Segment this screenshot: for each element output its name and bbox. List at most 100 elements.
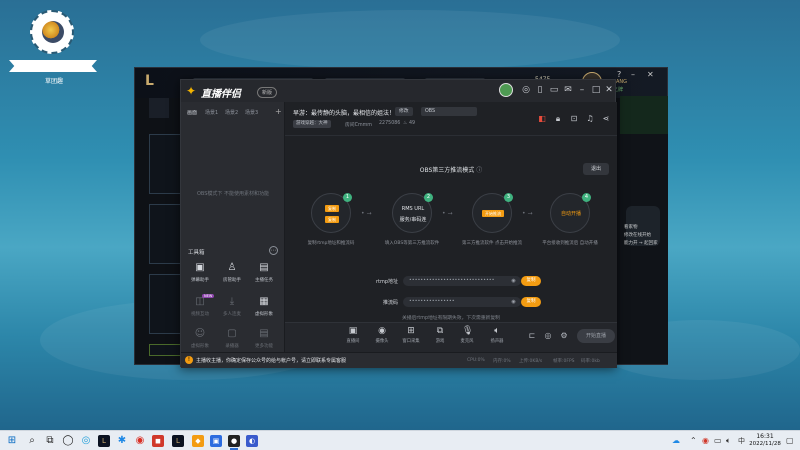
window-capture-button[interactable]: ⊞ 窗口采集 <box>399 326 423 344</box>
start-live-button[interactable]: 开始直播 <box>577 329 615 343</box>
more-icon: ▤ <box>259 328 269 339</box>
tool-barrage[interactable]: ▣ 弹幕助手 <box>185 262 215 292</box>
mail-icon[interactable]: ✉ <box>563 85 573 95</box>
tab-scene[interactable]: 场景1 <box>205 109 218 116</box>
step-auto: 4 自动开播 <box>550 193 591 233</box>
tab-scene[interactable]: 场景2 <box>225 109 238 116</box>
tray-app-icon[interactable]: ◉ <box>702 436 709 446</box>
side-line: 修改在线开始 <box>624 233 651 238</box>
step-start: 3 开始推流 <box>472 193 513 233</box>
bell-icon[interactable]: ♫ <box>585 114 595 124</box>
minimize-icon[interactable]: – <box>631 70 635 79</box>
mic-button[interactable]: 🎙︎ 麦克风 <box>455 326 479 344</box>
window-icon: ⊞ <box>407 326 415 336</box>
user-avatar[interactable] <box>499 83 513 97</box>
eye-icon[interactable]: ◉ <box>511 276 516 286</box>
step-description: 复制rtmp地址和推流码 <box>307 241 355 246</box>
camera-button[interactable]: ◉ 摄像头 <box>370 326 394 344</box>
stream-key-field[interactable]: •••••••••••••••• ◉ <box>403 297 521 307</box>
copy-key-button[interactable]: 复制 <box>521 297 541 307</box>
close-icon[interactable]: ✕ <box>647 70 654 79</box>
tool-task[interactable]: ▤ 主播任务 <box>249 262 279 292</box>
bitrate-stat: 码率:0kb <box>581 359 600 364</box>
step-description: 第三方推流软件 点击开始推流 <box>462 241 522 246</box>
tool-avatar[interactable]: ▦ 虚拟形象 <box>249 296 279 326</box>
cloud-icon[interactable]: ☁ <box>672 436 680 446</box>
eye-icon[interactable]: ◉ <box>511 297 516 307</box>
notice-text[interactable]: 主播收主播，你确定保存公众号的给与帐户号，请立即联系专属客服 <box>196 357 346 364</box>
companion-taskbar-icon[interactable]: ◐ <box>246 435 258 447</box>
windows-start-icon[interactable]: ⊞ <box>6 435 18 447</box>
side-line: 看家物 <box>624 225 638 230</box>
step-line: 自动开播 <box>560 211 581 217</box>
gift-icon[interactable]: ◧ <box>537 114 547 124</box>
network-app-icon[interactable]: ✱ <box>116 435 128 447</box>
step-number: 1 <box>343 193 352 202</box>
task-view-icon[interactable]: ⧉ <box>44 435 56 447</box>
share-screen-icon[interactable]: ⊡ <box>569 114 579 124</box>
status-bar: ! 主播收主播，你确定保存公众号的给与帐户号，请立即联系专属客服 CPU:0% … <box>181 352 617 368</box>
blue-app-icon[interactable]: ▣ <box>210 435 222 447</box>
tool-label: 录播器 <box>225 344 239 349</box>
tool-multi-mic[interactable]: ⤓ 多人连麦 <box>217 296 247 326</box>
warning-icon: ! <box>185 356 193 364</box>
clock-date[interactable]: 2022/11/28 <box>748 441 782 447</box>
chrome-icon[interactable]: ◉ <box>134 435 146 447</box>
exit-obs-button[interactable]: 退出 <box>583 163 609 175</box>
download-icon: ⤓ <box>229 296 235 307</box>
lol-client-icon[interactable]: L <box>172 435 184 447</box>
chevron-up-icon[interactable]: ⌃ <box>690 436 697 446</box>
tool-admin[interactable]: ♙ 房管助手 <box>217 262 247 292</box>
admin-icon: ♙ <box>227 262 237 273</box>
clock-time[interactable]: 16:31 <box>748 433 782 440</box>
rtmp-field[interactable]: •••••••••••••••••••••••••••••• ◉ <box>403 276 521 286</box>
ime-icon[interactable]: 中 <box>738 436 745 446</box>
bt-label: 扬声器 <box>490 339 504 344</box>
lol-taskbar-icon[interactable]: L <box>98 435 110 447</box>
maximize-icon[interactable]: □ <box>591 85 601 95</box>
tab-scene[interactable]: 场景3 <box>245 109 258 116</box>
camera-icon: ◉ <box>378 326 386 336</box>
netease-icon[interactable]: ◼ <box>152 435 164 447</box>
headset-icon[interactable]: ◎ <box>521 85 531 95</box>
record-icon[interactable]: ⊏ <box>527 331 537 341</box>
game-tag[interactable]: 游戏穿越：大神 <box>293 120 331 128</box>
notification-icon[interactable]: ▢ <box>786 436 794 446</box>
add-scene-button[interactable]: + <box>275 107 282 116</box>
network-icon[interactable]: ▭ <box>714 436 722 446</box>
speaker-button[interactable]: 🔈︎ 扬声器 <box>485 326 509 344</box>
copy-rtmp-button[interactable]: 复制 <box>521 276 541 286</box>
volume-icon[interactable]: 🔈︎ <box>726 436 731 446</box>
share-icon[interactable]: ⋖ <box>601 114 611 124</box>
tool-app-icon[interactable]: ◆ <box>192 435 204 447</box>
version-badge[interactable]: 新版 <box>257 87 278 98</box>
help-icon[interactable]: ? <box>617 70 621 79</box>
cortana-icon[interactable]: ◯ <box>62 435 74 447</box>
chat-icon[interactable]: ▭ <box>549 85 559 95</box>
close-icon[interactable]: ✕ <box>604 85 614 95</box>
bottom-toolbar: ▣ 直播间 ◉ 摄像头 ⊞ 窗口采集 ⧉ 游戏 🎙︎ 麦克风 🔈︎ 扬声器 ⊏ … <box>285 322 617 352</box>
obs-icon[interactable]: ● <box>228 435 240 447</box>
stream-key-value: •••••••••••••••• <box>409 299 455 304</box>
task-icon: ▤ <box>259 262 269 273</box>
bt-label: 游戏 <box>435 339 445 344</box>
lock-icon[interactable]: 🔒︎ <box>553 114 563 124</box>
search-icon[interactable]: ⌕ <box>26 435 38 447</box>
eye-icon[interactable]: ◎ <box>543 331 553 341</box>
toolbox-more-button[interactable]: ⋯ <box>269 246 278 255</box>
gear-icon[interactable]: ⚙ <box>559 331 569 341</box>
desktop-shortcut[interactable]: 草团趣 <box>6 6 97 86</box>
game-button[interactable]: ⧉ 游戏 <box>428 326 452 344</box>
cpu-stat: CPU:0% <box>467 358 485 363</box>
tab-scene[interactable]: 画面 <box>187 109 197 116</box>
minimize-icon[interactable]: – <box>577 85 587 95</box>
step-number: 2 <box>424 193 433 202</box>
tool-video[interactable]: NEW ◫ 视频互动 <box>185 294 215 326</box>
edit-title-button[interactable]: 修改 <box>395 107 413 116</box>
obs-mode-title: OBS第三方推流模式 ⓘ <box>285 165 617 174</box>
help-icon[interactable]: ⓘ <box>476 167 482 174</box>
phone-icon[interactable]: ▯ <box>535 85 545 95</box>
category-chip[interactable]: OBS <box>421 107 477 116</box>
live-room-button[interactable]: ▣ 直播间 <box>341 326 365 344</box>
edge-icon[interactable]: ◎ <box>80 435 92 447</box>
